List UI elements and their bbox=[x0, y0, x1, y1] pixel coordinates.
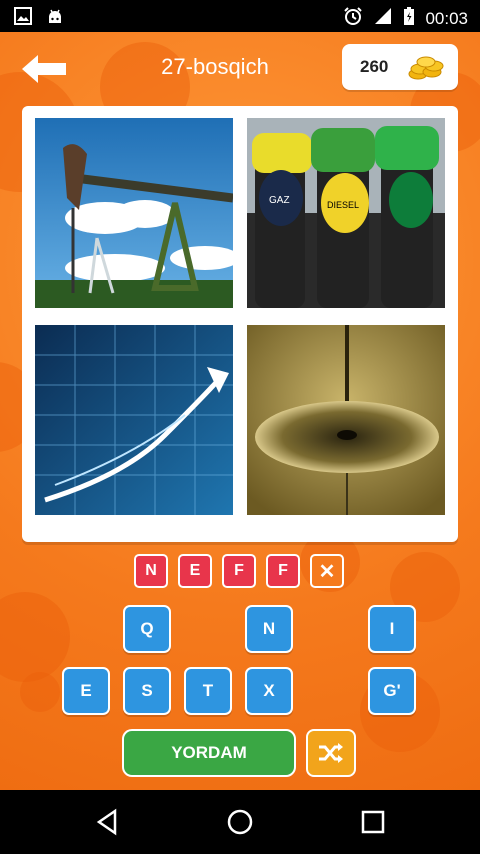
oil-pump-jack-photo[interactable] bbox=[35, 118, 233, 308]
oil-drop-photo[interactable] bbox=[247, 325, 445, 515]
navigation-bar bbox=[0, 790, 480, 854]
alarm-icon bbox=[343, 6, 363, 31]
battery-icon bbox=[403, 6, 415, 31]
letter-key[interactable]: X bbox=[245, 667, 293, 715]
image-icon bbox=[14, 7, 32, 30]
answer-slot[interactable]: F bbox=[266, 554, 300, 588]
fuel-nozzles-photo[interactable]: GAZ DIESEL bbox=[247, 118, 445, 308]
close-icon: ✕ bbox=[318, 560, 336, 583]
clock: 00:03 bbox=[425, 8, 468, 28]
picture-panel: GAZ DIESEL bbox=[22, 106, 458, 542]
recents-icon[interactable] bbox=[359, 808, 387, 836]
answer-slots: N E F F ✕ bbox=[134, 554, 344, 588]
answer-slot[interactable]: E bbox=[178, 554, 212, 588]
coins-icon bbox=[408, 56, 446, 85]
coins-counter[interactable]: 260 bbox=[342, 44, 458, 90]
android-icon bbox=[46, 7, 64, 30]
clear-answer-button[interactable]: ✕ bbox=[310, 554, 344, 588]
shuffle-icon bbox=[319, 743, 343, 763]
game-screen: 27-bosqich 260 GAZ DIESEL N E F F ✕ Q N … bbox=[0, 32, 480, 790]
svg-text:GAZ: GAZ bbox=[269, 195, 290, 206]
letter-key[interactable]: E bbox=[62, 667, 110, 715]
letter-key[interactable]: T bbox=[184, 667, 232, 715]
signal-icon bbox=[373, 6, 393, 31]
shuffle-button[interactable] bbox=[306, 729, 356, 777]
svg-text:DIESEL: DIESEL bbox=[327, 200, 359, 210]
letter-key[interactable]: G' bbox=[368, 667, 416, 715]
back-icon[interactable] bbox=[93, 808, 121, 836]
letter-key[interactable]: S bbox=[123, 667, 171, 715]
answer-slot[interactable]: F bbox=[222, 554, 256, 588]
letter-key[interactable]: I bbox=[368, 605, 416, 653]
stock-market-arrow-photo[interactable] bbox=[35, 325, 233, 515]
coins-count: 260 bbox=[360, 57, 389, 76]
status-bar: 00:03 bbox=[0, 0, 480, 32]
letter-key[interactable]: Q bbox=[123, 605, 171, 653]
home-icon[interactable] bbox=[226, 808, 254, 836]
answer-slot[interactable]: N bbox=[134, 554, 168, 588]
help-button[interactable]: YORDAM bbox=[122, 729, 296, 777]
letter-key[interactable]: N bbox=[245, 605, 293, 653]
